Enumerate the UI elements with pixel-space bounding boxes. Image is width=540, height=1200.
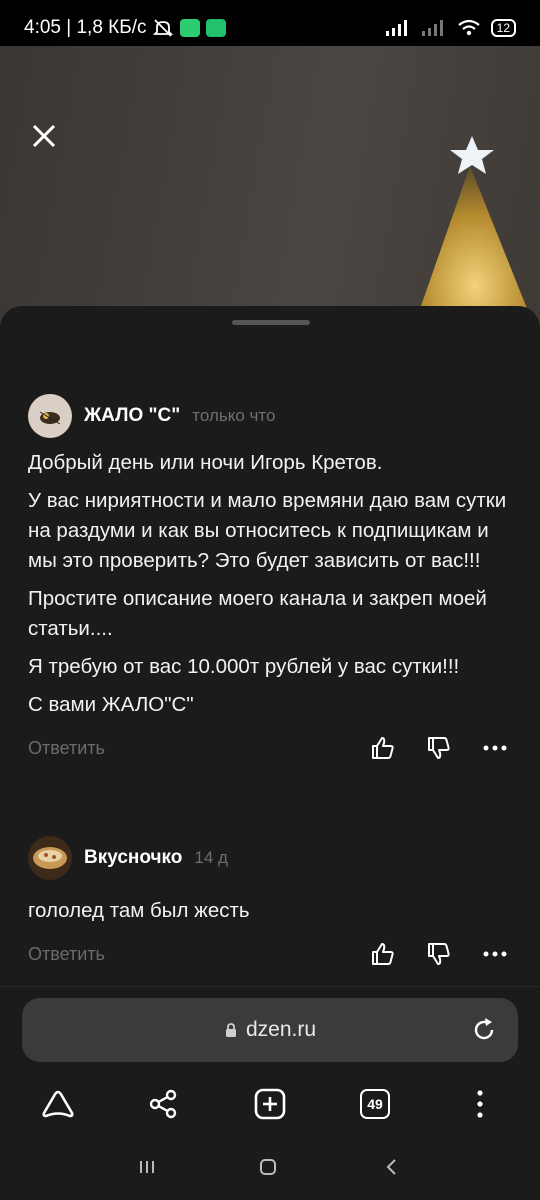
- close-icon[interactable]: [26, 118, 62, 154]
- comment-paragraph: гололед там был жесть: [28, 899, 250, 922]
- signal-icon: [385, 20, 407, 36]
- comment-actions: Ответить: [28, 934, 512, 974]
- comment-author[interactable]: Вкусночко: [84, 847, 182, 869]
- thumbs-up-icon[interactable]: [366, 937, 400, 971]
- comment-header: Вкусночко 14 д: [28, 836, 512, 880]
- comment-paragraph: С вами ЖАЛО"С": [28, 693, 194, 716]
- recent-apps-icon[interactable]: [132, 1152, 162, 1182]
- home-icon[interactable]: [253, 1152, 283, 1182]
- lock-icon: [225, 1023, 236, 1037]
- url-bar[interactable]: dzen.ru: [22, 998, 518, 1062]
- thumbs-down-icon[interactable]: [422, 937, 456, 971]
- muted-bell-icon: [153, 19, 174, 37]
- comment-time: 14 д: [194, 848, 228, 867]
- thumbs-down-icon[interactable]: [422, 731, 456, 765]
- share-icon[interactable]: [143, 1084, 183, 1124]
- tabs-count: 49: [360, 1089, 390, 1119]
- comment-paragraph: Добрый день или ночи Игорь Кретов.: [28, 451, 383, 474]
- avatar[interactable]: [28, 836, 72, 880]
- browser-bottom-nav: 49: [0, 1078, 540, 1128]
- download-notification-icon: [206, 19, 227, 37]
- reply-button[interactable]: Ответить: [28, 738, 105, 759]
- more-vertical-icon[interactable]: [460, 1084, 500, 1124]
- more-horizontal-icon[interactable]: [478, 731, 512, 765]
- reply-button[interactable]: Ответить: [28, 944, 105, 965]
- comment-time: только что: [192, 406, 276, 425]
- tabs-button[interactable]: 49: [355, 1084, 395, 1124]
- wifi-icon: [457, 19, 480, 36]
- drag-handle[interactable]: [232, 320, 310, 325]
- alice-home-icon[interactable]: [38, 1084, 78, 1124]
- comment-header: ЖАЛО "С" только что: [28, 394, 512, 438]
- christmas-tree-image: [414, 136, 534, 326]
- thumbs-up-icon[interactable]: [366, 731, 400, 765]
- comment-paragraph: Я требую от вас 10.000т рублей у вас сут…: [28, 655, 460, 678]
- system-navigation-bar: [0, 1136, 540, 1200]
- comment-actions: Ответить: [28, 728, 512, 768]
- comment-paragraph: У вас нириятности и мало времяни даю вам…: [28, 489, 507, 572]
- avatar[interactable]: [28, 394, 72, 438]
- comment-paragraph: Простите описание моего канала и закреп …: [28, 587, 487, 640]
- divider: [0, 986, 540, 987]
- more-horizontal-icon[interactable]: [478, 937, 512, 971]
- plus-square-icon[interactable]: [250, 1084, 290, 1124]
- comment-text: Добрый день или ночи Игорь Кретов. У вас…: [28, 448, 512, 720]
- battery-indicator: 12: [490, 19, 516, 37]
- reload-icon[interactable]: [470, 1016, 498, 1044]
- comment: ЖАЛО "С" только что Добрый день или ночи…: [28, 394, 512, 768]
- status-time: 4:05 | 1,8 КБ/с: [24, 17, 147, 38]
- article-image: [0, 46, 540, 326]
- comment: Вкусночко 14 д гололед там был жесть Отв…: [28, 836, 512, 974]
- app-notification-icon: [180, 19, 201, 37]
- signal-2-icon: [421, 20, 443, 36]
- comment-author[interactable]: ЖАЛО "С": [84, 405, 180, 427]
- comment-text: гололед там был жесть: [28, 896, 512, 926]
- back-icon[interactable]: [376, 1152, 406, 1182]
- url-text: dzen.ru: [245, 1018, 317, 1041]
- comments-sheet: ЖАЛО "С" только что Добрый день или ночи…: [0, 306, 540, 1200]
